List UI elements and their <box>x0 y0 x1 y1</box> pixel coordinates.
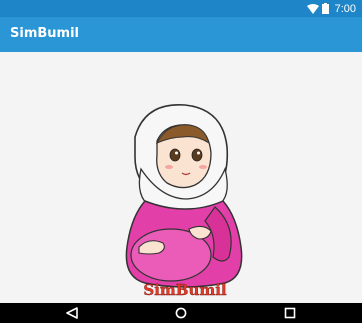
home-button[interactable] <box>161 305 201 321</box>
pregnant-woman-illustration: SimBumil <box>125 104 243 297</box>
logo-text: SimBumil <box>143 281 227 297</box>
nav-bar <box>0 303 362 323</box>
status-time: 7:00 <box>334 2 356 15</box>
battery-icon <box>321 0 329 18</box>
back-icon <box>65 304 79 323</box>
wifi-icon <box>306 0 319 18</box>
status-icons: 7:00 <box>306 0 356 18</box>
back-button[interactable] <box>52 305 92 321</box>
app-bar: SimBumil <box>0 17 362 52</box>
recents-button[interactable] <box>270 305 310 321</box>
status-bar: 7:00 <box>0 0 362 17</box>
home-icon <box>175 304 187 323</box>
splash-content: SimBumil <box>0 52 362 303</box>
app-title: SimBumil <box>10 26 79 41</box>
recents-icon <box>284 304 296 323</box>
